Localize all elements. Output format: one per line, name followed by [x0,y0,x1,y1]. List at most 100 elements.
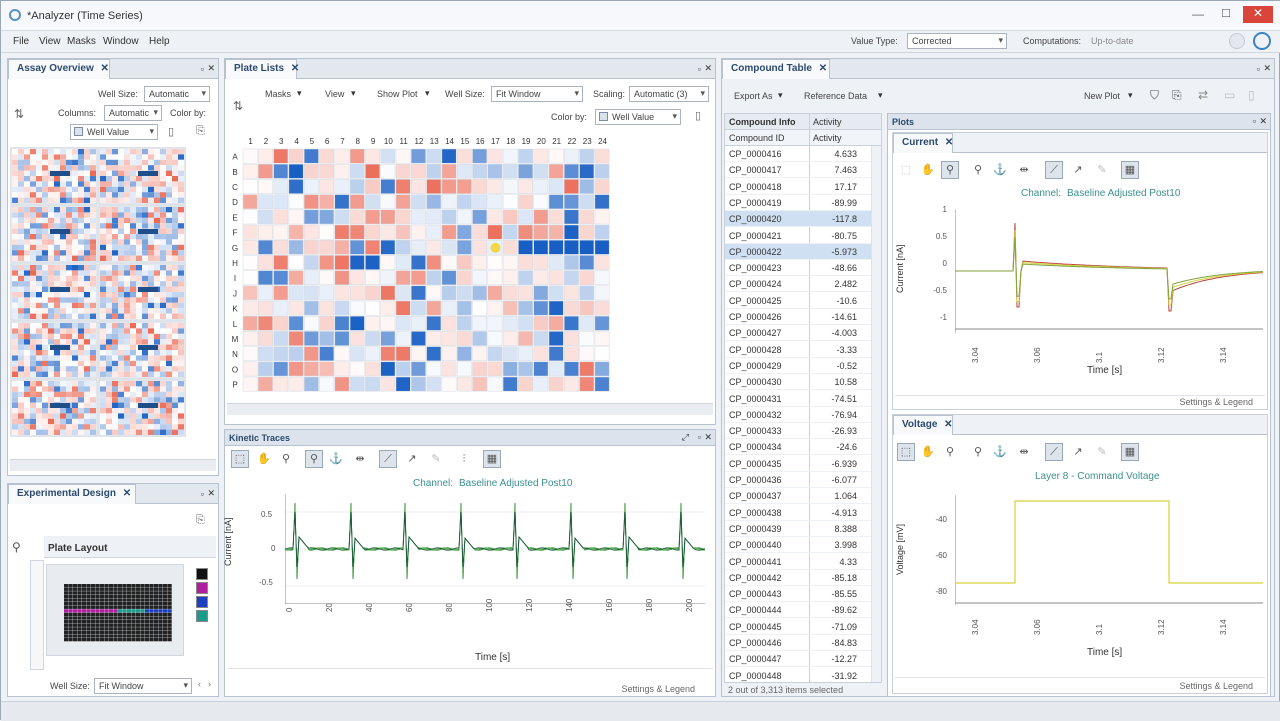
plate-well[interactable] [426,179,442,194]
plate-well[interactable] [334,300,350,316]
filter-icon[interactable]: ⛉ [1150,88,1159,103]
plate-well[interactable] [441,331,457,346]
plate-well[interactable] [288,148,304,164]
plate-well[interactable] [533,224,549,240]
plate-well[interactable] [365,224,380,240]
plate-well[interactable] [334,163,350,179]
legend-swatch[interactable] [196,596,208,608]
plate-well[interactable] [303,346,319,362]
plate-well[interactable] [441,285,457,301]
plate-well[interactable] [334,255,350,270]
plate-well[interactable] [426,255,442,270]
table-row[interactable]: CP_0000448 -31.92 [725,668,875,682]
plate-well[interactable] [334,315,350,331]
plate-well[interactable] [441,270,457,286]
plate-well[interactable] [456,285,472,301]
plate-well[interactable] [548,270,564,286]
legend-swatch[interactable] [196,610,208,622]
value-type-select[interactable]: Corrected [907,33,1007,49]
plate-well[interactable] [273,163,289,179]
zoom-icon[interactable]: ⚲ [277,450,295,468]
plate-well[interactable] [487,300,503,316]
pause-icon[interactable] [1229,33,1245,49]
plate-well[interactable] [349,270,365,286]
plate-well[interactable] [242,300,258,316]
plate-well[interactable] [319,285,335,301]
plate-well[interactable] [242,376,258,392]
close-panel-icon[interactable]: ✕ [207,63,215,74]
plate-well[interactable] [564,331,579,346]
table-row[interactable]: CP_0000444 -89.62 [725,602,875,619]
plate-well[interactable] [395,179,411,194]
plate-well[interactable] [502,209,518,225]
plate-well[interactable] [441,376,457,392]
plate-well[interactable] [380,224,396,240]
plate-well[interactable] [288,346,304,362]
close-panel-icon[interactable]: ✕ [1263,63,1271,74]
plate-well[interactable] [303,163,319,179]
plate-well[interactable] [395,376,411,392]
plate-well[interactable] [319,315,335,331]
plate-well[interactable] [288,285,304,301]
plate-well[interactable] [303,224,319,240]
pin-icon[interactable]: ⚓ [327,450,345,468]
plate-well[interactable] [334,239,350,255]
plate-well[interactable] [594,285,610,301]
side-list[interactable] [30,560,44,670]
table-row[interactable]: CP_0000433 -26.93 [725,423,875,440]
close-tab-icon[interactable]: ✕ [944,419,952,430]
plate-well[interactable] [242,285,258,301]
table-row[interactable]: CP_0000442 -85.18 [725,570,875,586]
plate-well[interactable] [456,346,472,362]
plate-well[interactable] [456,300,472,316]
table-row[interactable]: CP_0000434 -24.6 [725,439,875,456]
plate-well[interactable] [441,315,457,331]
plate-well[interactable] [533,270,549,286]
plate-well[interactable] [426,376,442,392]
plate-well[interactable] [456,179,472,194]
plate-well[interactable] [303,270,319,286]
plate-well[interactable] [579,346,595,362]
plate-well[interactable] [349,163,365,179]
plate-well[interactable] [319,163,335,179]
close-panel-icon[interactable]: ✕ [704,63,712,74]
plate-well[interactable] [365,376,380,392]
plate-well[interactable] [319,148,335,164]
plate-well[interactable] [349,239,365,255]
plate-well[interactable] [502,179,518,194]
plate-well[interactable] [518,331,533,346]
table-row[interactable]: CP_0000446 -84.83 [725,635,875,651]
plate-well[interactable] [533,285,549,301]
plate-well[interactable] [472,376,488,392]
plate-well[interactable] [258,209,273,225]
plate-well[interactable] [426,163,442,179]
plate-well[interactable] [395,361,411,377]
export-icon[interactable]: ⎘ [196,125,205,138]
plate-well[interactable] [380,163,396,179]
plate-well[interactable] [273,315,289,331]
vertical-scrollbar[interactable] [871,146,881,682]
plate-well[interactable] [288,209,304,225]
plate-well[interactable] [365,270,380,286]
pin-icon[interactable]: ⚓ [991,161,1009,179]
plate-well[interactable] [487,163,503,179]
plate-well[interactable] [258,285,273,301]
table-row[interactable]: CP_0000420 -117.8 [725,211,875,228]
plate-well[interactable] [258,331,273,346]
plate-well[interactable] [334,209,350,225]
plate-well[interactable] [349,179,365,194]
plate-well[interactable] [502,270,518,286]
plate-well[interactable] [579,331,595,346]
plate-well[interactable] [472,346,488,362]
plate-well[interactable] [456,331,472,346]
plate-well[interactable] [579,148,595,164]
search-icon[interactable]: ⚲ [12,540,21,554]
plate-well[interactable] [411,194,426,210]
swap-icon[interactable]: ⇄ [1198,88,1208,102]
plate-well[interactable] [518,148,533,164]
plate-well[interactable] [242,270,258,286]
table-row[interactable]: CP_0000425 -10.6 [725,293,875,309]
plate-well[interactable] [472,270,488,286]
plate-well[interactable] [456,376,472,392]
table-row[interactable]: CP_0000418 17.17 [725,179,875,195]
